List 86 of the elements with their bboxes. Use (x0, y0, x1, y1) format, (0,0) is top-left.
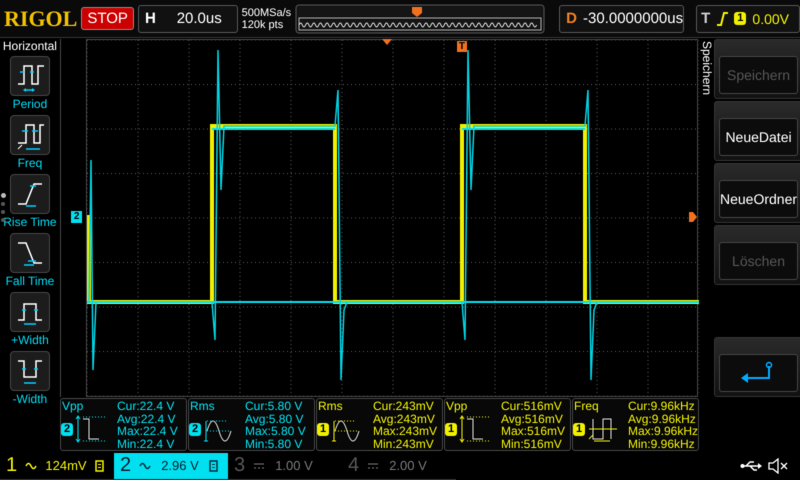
channel-scale: 2.00 V (388, 458, 428, 474)
brand-logo: RIGOL (4, 6, 78, 32)
measurement-name: Rms (189, 399, 216, 414)
measure-label: -Width (12, 391, 48, 408)
measurement-value: Avg:243mV (373, 412, 436, 426)
channel-scale: 2.96 V (160, 458, 200, 474)
bandwidth-limit-icon (95, 460, 104, 472)
measurement-value: Max:516mV (501, 425, 566, 438)
measurement-value: Avg:22.4 V (117, 412, 176, 426)
measure-label: Period (12, 96, 48, 112)
measurement-value: Min:5.80 V (245, 438, 304, 450)
run-state-button[interactable]: STOP (81, 7, 134, 30)
measurement-value: Min:9.96kHz (628, 438, 696, 450)
channel-badge: 1 (317, 422, 330, 436)
channel-badge: 1 (445, 422, 458, 436)
measure-key[interactable] (10, 115, 50, 156)
sample-rate: 500MSa/s (242, 6, 292, 19)
measure-key[interactable] (10, 351, 50, 392)
measure-key[interactable] (10, 233, 50, 274)
timebase-label: H (144, 10, 157, 28)
trigger-source-badge: 1 (734, 12, 746, 26)
ac-coupling-icon (25, 460, 37, 471)
channel-scale: 1.00 V (274, 458, 314, 474)
dc-coupling-icon (367, 460, 379, 471)
channel-tab[interactable]: 2 2.96 V (114, 452, 228, 480)
measurement-name: Vpp (61, 399, 84, 414)
channel-badge: 2 (61, 422, 74, 436)
channel-number: 2 (120, 454, 132, 478)
menu-title: Speichern (700, 40, 714, 96)
menu-title: Horizontal (2, 39, 57, 54)
channel-number: 4 (348, 454, 360, 478)
channel-badge: 2 (189, 422, 202, 436)
softkey-button[interactable]: NeueDatei (719, 118, 798, 156)
delay-box[interactable]: D -30.0000000us (559, 4, 684, 33)
pulse-measure-icon (75, 413, 108, 446)
channel-scale: 124mV (44, 458, 88, 474)
return-button[interactable] (719, 354, 798, 392)
measurement-value: Max:9.96kHz (628, 425, 698, 438)
channel-two-marker: 2 (70, 211, 82, 224)
measurement-value: Cur:22.4 V (117, 400, 176, 413)
channel-number: 1 (6, 454, 18, 478)
measurement-value: Avg:5.80 V (245, 412, 304, 426)
channel-number: 3 (234, 454, 246, 478)
trigger-level-icon (689, 212, 697, 222)
pulse-measure-icon (459, 413, 492, 446)
dc-coupling-icon (253, 460, 265, 471)
measurement-value: Max:22.4 V (117, 425, 179, 438)
softkey-button[interactable]: NeueOrdner (719, 180, 798, 218)
channel-tab[interactable]: 3 1.00 V (228, 452, 342, 480)
channel-tab[interactable]: 4 2.00 V (342, 452, 456, 480)
measurement-value: Max:243mV (373, 425, 438, 438)
measurement-value: Min:243mV (373, 438, 435, 450)
measure-label: Rise Time (3, 214, 57, 230)
measurement-value: Avg:516mV (501, 412, 564, 426)
measure-key[interactable] (10, 174, 50, 214)
timebase-box[interactable]: H 20.0us (138, 4, 238, 33)
measure-label: Fall Time (6, 273, 54, 290)
measurement-value: Cur:5.80 V (245, 400, 304, 413)
measurement-value: Min:22.4 V (117, 438, 176, 450)
measurement-value: Cur:243mV (373, 400, 435, 413)
trigger-position-marker: T (456, 41, 467, 52)
memory-depth: 120k pts (242, 18, 284, 31)
measure-label: Freq (18, 155, 42, 172)
measurement-value: Max:5.80 V (245, 425, 307, 438)
channel-badge: 1 (573, 422, 586, 436)
rising-edge-icon (716, 10, 728, 27)
speaker-muted-icon (768, 458, 788, 474)
measure-key[interactable] (10, 292, 50, 332)
measurement-value: Cur:9.96kHz (628, 400, 696, 413)
measure-label: +Width (11, 332, 49, 348)
measurement-value: Cur:516mV (501, 400, 563, 413)
trigger-box[interactable]: T 1 0.00V (696, 4, 800, 33)
trigger-level: 0.00V (752, 10, 790, 27)
ac-coupling-icon (139, 460, 151, 471)
measurement-name: Freq (573, 399, 600, 414)
usb-icon (740, 460, 762, 472)
measure-key[interactable] (10, 56, 50, 96)
delay-label: D (565, 10, 578, 28)
timebase-value: 20.0us (176, 10, 223, 28)
measurement-name: Vpp (445, 399, 468, 414)
delay-value: -30.0000000us (583, 10, 684, 28)
measurement-name: Rms (317, 399, 344, 414)
measurement-value: Avg:9.96kHz (628, 412, 696, 426)
bandwidth-limit-icon (209, 460, 218, 472)
trigger-label: T (701, 10, 710, 28)
measurement-value: Min:516mV (501, 438, 563, 450)
